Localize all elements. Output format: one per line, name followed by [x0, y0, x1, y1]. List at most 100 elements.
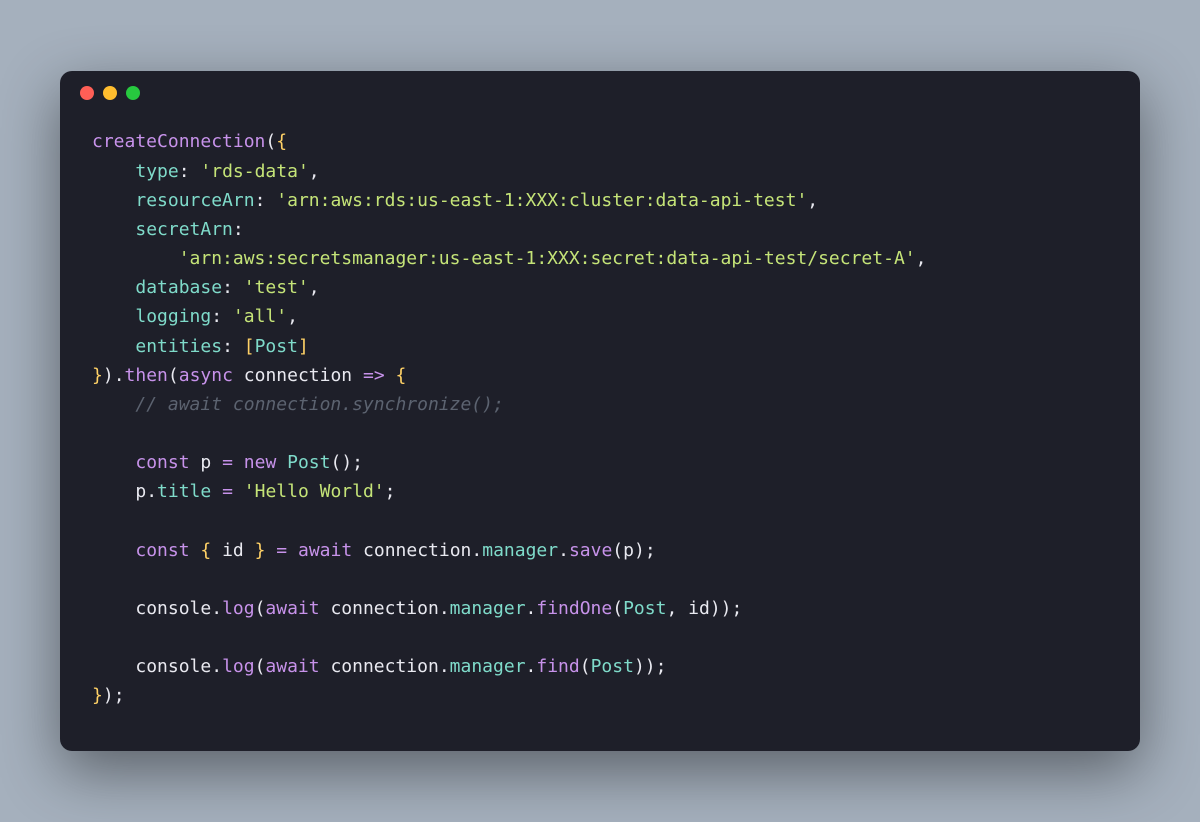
- token-paren-open: (: [168, 365, 179, 386]
- token-colon: :: [222, 277, 233, 298]
- token-bracket-close: ]: [298, 336, 309, 357]
- token-identifier: connection: [244, 365, 352, 386]
- token-prop-database: database: [135, 277, 222, 298]
- maximize-dot-icon[interactable]: [126, 86, 140, 100]
- token-prop-entities: entities: [135, 336, 222, 357]
- close-dot-icon[interactable]: [80, 86, 94, 100]
- token-identifier: console: [135, 598, 211, 619]
- token-keyword: const: [135, 540, 189, 561]
- token-semi: ;: [114, 685, 125, 706]
- token-function: findOne: [536, 598, 612, 619]
- token-colon: :: [211, 306, 222, 327]
- token-identifier: connection: [363, 540, 471, 561]
- minimize-dot-icon[interactable]: [103, 86, 117, 100]
- token-semi: ;: [352, 452, 363, 473]
- token-string: 'test': [244, 277, 309, 298]
- token-paren-close: ): [721, 598, 732, 619]
- token-semi: ;: [732, 598, 743, 619]
- token-colon: :: [222, 336, 233, 357]
- token-brace-open: {: [396, 365, 407, 386]
- token-paren-open: (: [612, 540, 623, 561]
- token-identifier: id: [222, 540, 244, 561]
- token-string: 'all': [233, 306, 287, 327]
- token-dot: .: [558, 540, 569, 561]
- token-dot: .: [439, 598, 450, 619]
- token-brace-open: {: [276, 131, 287, 152]
- token-identifier: p: [623, 540, 634, 561]
- token-dot: .: [211, 656, 222, 677]
- token-operator: =: [222, 452, 233, 473]
- token-paren-close: ): [103, 685, 114, 706]
- token-comma: ,: [916, 248, 927, 269]
- token-paren-open: (: [580, 656, 591, 677]
- token-semi: ;: [385, 481, 396, 502]
- token-paren-close: ): [645, 656, 656, 677]
- token-function: find: [536, 656, 579, 677]
- token-prop-resourcearn: resourceArn: [135, 190, 254, 211]
- token-colon: :: [255, 190, 266, 211]
- token-keyword: await: [265, 656, 319, 677]
- token-function: then: [125, 365, 168, 386]
- token-keyword: async: [179, 365, 233, 386]
- token-paren-open: (: [612, 598, 623, 619]
- token-dot: .: [146, 481, 157, 502]
- token-identifier: console: [135, 656, 211, 677]
- token-arrow: =>: [363, 365, 385, 386]
- token-dot: .: [114, 365, 125, 386]
- token-comma: ,: [309, 277, 320, 298]
- token-colon: :: [179, 161, 190, 182]
- token-class: Post: [623, 598, 666, 619]
- token-paren-close: ): [634, 540, 645, 561]
- token-paren-close: ): [103, 365, 114, 386]
- token-prop-type: type: [135, 161, 178, 182]
- token-keyword: await: [265, 598, 319, 619]
- token-semi: ;: [656, 656, 667, 677]
- token-brace-close: }: [92, 685, 103, 706]
- token-operator: =: [276, 540, 287, 561]
- token-keyword: const: [135, 452, 189, 473]
- token-identifier: connection: [330, 598, 438, 619]
- token-dot: .: [526, 598, 537, 619]
- window-titlebar: [60, 71, 1140, 115]
- code-block: createConnection({ type: 'rds-data', res…: [60, 115, 1140, 750]
- token-comma: ,: [807, 190, 818, 211]
- token-colon: :: [233, 219, 244, 240]
- token-string: 'arn:aws:rds:us-east-1:XXX:cluster:data-…: [276, 190, 807, 211]
- token-semi: ;: [645, 540, 656, 561]
- token-identifier: p: [200, 452, 211, 473]
- token-prop: title: [157, 481, 211, 502]
- token-brace-open: {: [200, 540, 211, 561]
- token-dot: .: [526, 656, 537, 677]
- token-class: Post: [287, 452, 330, 473]
- token-prop: manager: [482, 540, 558, 561]
- token-function: save: [569, 540, 612, 561]
- token-comma: ,: [287, 306, 298, 327]
- token-prop: manager: [450, 598, 526, 619]
- token-identifier: id: [688, 598, 710, 619]
- token-parens: (): [330, 452, 352, 473]
- token-operator: =: [222, 481, 233, 502]
- token-comma: ,: [666, 598, 677, 619]
- token-string: 'Hello World': [244, 481, 385, 502]
- token-class: Post: [591, 656, 634, 677]
- token-function: createConnection: [92, 131, 265, 152]
- token-bracket-open: [: [244, 336, 255, 357]
- token-dot: .: [211, 598, 222, 619]
- token-comment: // await connection.synchronize();: [135, 394, 503, 415]
- token-dot: .: [439, 656, 450, 677]
- token-function: log: [222, 598, 255, 619]
- token-string: 'rds-data': [200, 161, 308, 182]
- token-paren-open: (: [265, 131, 276, 152]
- token-keyword: new: [244, 452, 277, 473]
- token-prop-logging: logging: [135, 306, 211, 327]
- token-comma: ,: [309, 161, 320, 182]
- token-identifier: connection: [330, 656, 438, 677]
- token-prop-secretarn: secretArn: [135, 219, 233, 240]
- token-string: 'arn:aws:secretsmanager:us-east-1:XXX:se…: [179, 248, 916, 269]
- token-paren-close: ): [710, 598, 721, 619]
- token-keyword: await: [298, 540, 352, 561]
- code-window: createConnection({ type: 'rds-data', res…: [60, 71, 1140, 750]
- token-class: Post: [255, 336, 298, 357]
- token-brace-close: }: [255, 540, 266, 561]
- token-prop: manager: [450, 656, 526, 677]
